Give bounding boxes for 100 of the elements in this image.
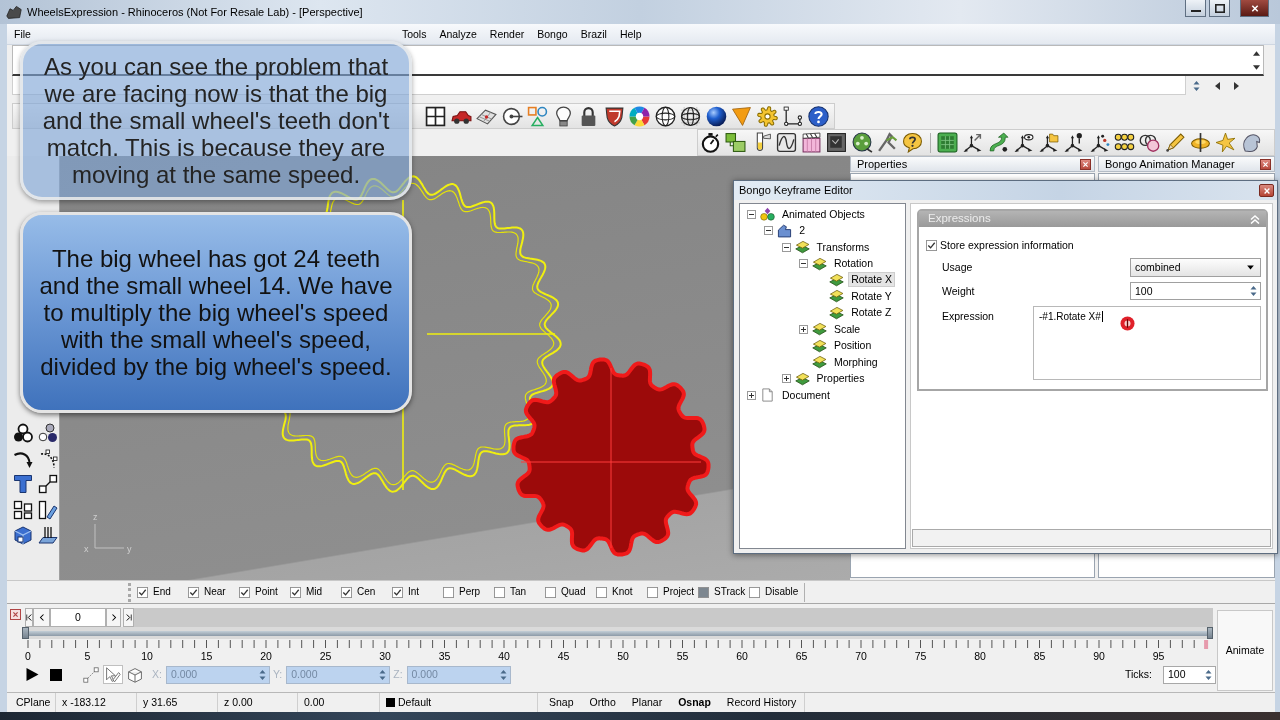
spinner-icon[interactable] xyxy=(1249,284,1258,298)
minus-box-icon[interactable] xyxy=(764,226,774,236)
color-wheel-icon[interactable] xyxy=(629,105,650,127)
clapper-icon[interactable] xyxy=(801,132,823,153)
tree-item[interactable]: Rotate Z xyxy=(848,305,895,321)
axes-pin-icon[interactable] xyxy=(1063,132,1085,153)
animate-button[interactable]: Animate xyxy=(1217,610,1273,691)
cube-icon[interactable] xyxy=(13,525,33,546)
blob-icon[interactable] xyxy=(1240,132,1262,153)
next-frame-button[interactable] xyxy=(106,608,121,627)
checkbox[interactable] xyxy=(239,586,250,598)
circle-grid-icon[interactable] xyxy=(1114,132,1136,153)
osnap-option[interactable]: Perp xyxy=(443,586,494,598)
ticks-spinner[interactable]: 100 xyxy=(1163,665,1216,684)
maximize-button[interactable] xyxy=(1209,0,1230,17)
star-icon[interactable] xyxy=(1215,132,1237,153)
mesh-sphere-icon[interactable] xyxy=(680,105,701,127)
wire-sphere-icon[interactable] xyxy=(654,105,676,127)
checkbox[interactable] xyxy=(443,586,454,598)
menu-item[interactable]: Help xyxy=(613,28,648,40)
mode-button[interactable] xyxy=(81,665,101,684)
dimension-icon[interactable] xyxy=(782,105,803,127)
close-button[interactable] xyxy=(1080,158,1091,170)
spindle-icon[interactable] xyxy=(1189,132,1211,153)
tree-item[interactable]: Rotate Y xyxy=(848,288,895,304)
axes-eye-icon[interactable] xyxy=(1012,132,1034,153)
boxes-icon[interactable] xyxy=(725,132,747,153)
scroll-up-icon[interactable] xyxy=(1252,50,1260,56)
osnap-option[interactable]: Int xyxy=(392,586,443,598)
spinner-icon[interactable] xyxy=(1192,78,1201,93)
left-arrow-icon[interactable] xyxy=(1215,81,1220,90)
checkbox[interactable] xyxy=(749,586,760,598)
tree-item[interactable]: 2 xyxy=(796,223,809,239)
t-shape-icon[interactable] xyxy=(13,474,33,495)
rings-icon[interactable] xyxy=(1139,132,1161,153)
axes-dots-icon[interactable] xyxy=(1088,132,1110,153)
close-button[interactable] xyxy=(1260,158,1271,170)
curved-arrow-icon[interactable] xyxy=(987,132,1009,153)
target-icon[interactable] xyxy=(501,105,523,127)
checkbox[interactable] xyxy=(290,586,301,598)
plus-box-icon[interactable] xyxy=(781,374,791,384)
osnap-option[interactable]: End xyxy=(137,586,188,598)
osnap-option[interactable]: Mid xyxy=(290,586,341,598)
menu-item[interactable]: File xyxy=(8,28,37,40)
four-panes-icon[interactable] xyxy=(425,105,446,127)
osnap-option[interactable]: STrack xyxy=(698,586,749,598)
timeline-track[interactable] xyxy=(22,627,1213,639)
help-icon[interactable] xyxy=(807,105,829,127)
shapes-icon[interactable] xyxy=(527,105,548,127)
status-toggle[interactable]: Snap xyxy=(541,693,582,712)
checkbox[interactable] xyxy=(341,586,352,598)
square-grid-icon[interactable] xyxy=(13,499,33,520)
stopwatch-icon[interactable] xyxy=(700,132,721,153)
right-arrow-icon[interactable] xyxy=(1234,81,1239,90)
frame-field[interactable]: 0 xyxy=(50,608,106,627)
linked-squares-icon[interactable] xyxy=(38,474,58,495)
plus-box-icon[interactable] xyxy=(798,324,808,334)
osnap-option[interactable]: Cen xyxy=(341,586,392,598)
usage-dropdown[interactable]: combined xyxy=(1130,258,1261,277)
status-toggle[interactable]: Osnap xyxy=(670,693,719,712)
ruler-pencil-icon[interactable] xyxy=(38,499,58,520)
osnap-option[interactable]: Near xyxy=(188,586,239,598)
checkbox[interactable] xyxy=(926,239,937,251)
play-button[interactable] xyxy=(26,668,39,681)
mode-button[interactable] xyxy=(103,665,123,684)
checkbox[interactable] xyxy=(596,586,607,598)
checkbox[interactable] xyxy=(698,586,709,598)
tree-item[interactable]: Rotate X xyxy=(848,272,896,288)
checkbox[interactable] xyxy=(647,586,658,598)
osnap-option[interactable]: Knot xyxy=(596,586,647,598)
plane-lines-icon[interactable] xyxy=(38,525,58,546)
close-button[interactable] xyxy=(1240,0,1269,17)
screen-icon[interactable] xyxy=(826,132,848,153)
pliers-icon[interactable] xyxy=(877,132,899,153)
spinner-icon[interactable] xyxy=(1204,667,1213,682)
axes-arrow-icon[interactable] xyxy=(962,132,984,153)
axes-folder-icon[interactable] xyxy=(1038,132,1060,153)
minimize-button[interactable] xyxy=(1185,0,1206,17)
first-frame-button[interactable] xyxy=(25,608,33,627)
menu-item[interactable]: Analyze xyxy=(433,28,483,40)
circle-trio-icon[interactable] xyxy=(13,423,33,444)
pencil-icon[interactable] xyxy=(1164,132,1186,153)
checkbox[interactable] xyxy=(494,586,505,598)
menu-item[interactable]: Brazil xyxy=(574,28,613,40)
menu-item[interactable]: Tools xyxy=(395,28,433,40)
minus-box-icon[interactable] xyxy=(798,259,808,269)
layer-name[interactable]: Default xyxy=(398,696,432,709)
status-toggle[interactable]: Ortho xyxy=(581,693,624,712)
weight-spinner[interactable]: 100 xyxy=(1130,282,1261,300)
osnap-option[interactable]: Quad xyxy=(545,586,596,598)
scroll-down-icon[interactable] xyxy=(1252,64,1260,70)
store-option[interactable]: Store expression information xyxy=(926,239,1261,251)
close-button[interactable] xyxy=(1259,184,1274,197)
layer-swatch-icon[interactable] xyxy=(386,698,395,707)
osnap-option[interactable]: Tan xyxy=(494,586,545,598)
checkbox[interactable] xyxy=(545,586,556,598)
calculator-icon[interactable] xyxy=(936,132,958,153)
checkbox[interactable] xyxy=(392,586,403,598)
osnap-option[interactable]: Project xyxy=(647,586,698,598)
plus-box-icon[interactable] xyxy=(747,390,756,400)
